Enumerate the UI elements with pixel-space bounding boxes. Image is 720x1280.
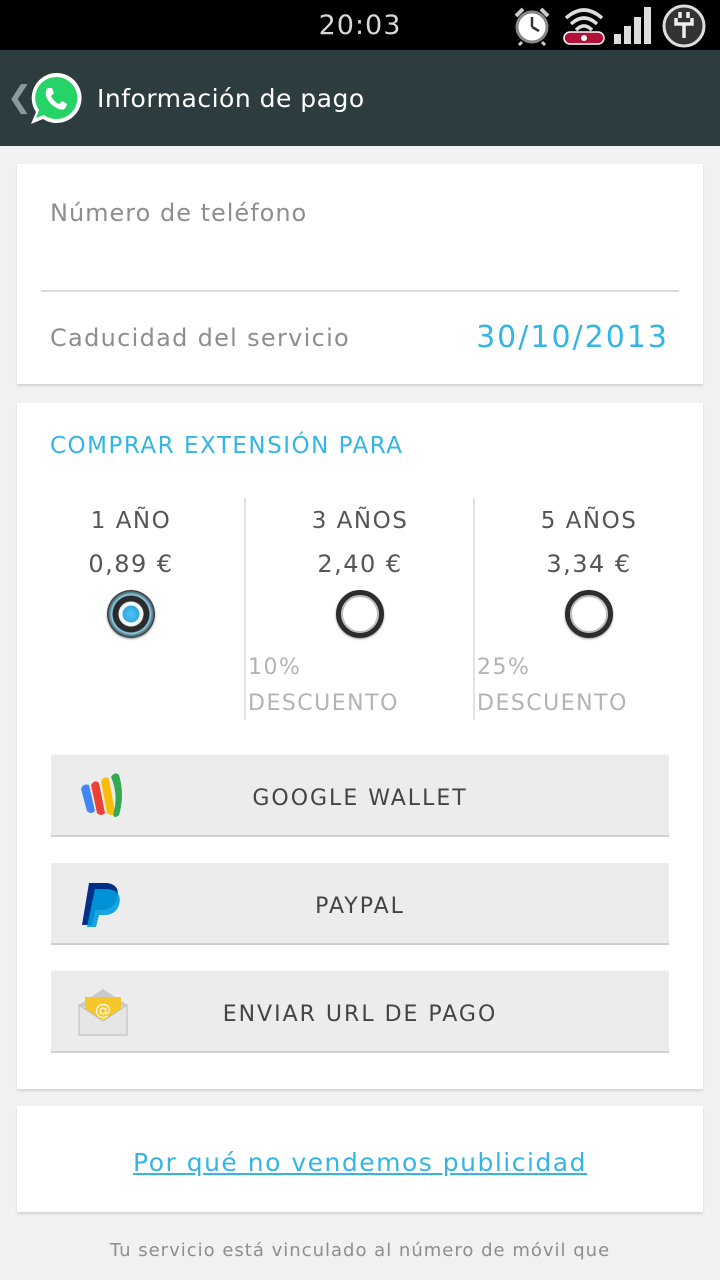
extension-card: COMPRAR EXTENSIÓN PARA 1 AÑO 0,89 € 3 AÑ… xyxy=(17,403,703,1089)
send-payment-url-button[interactable]: @ ENVIAR URL DE PAGO xyxy=(51,971,669,1053)
button-label: PAYPAL xyxy=(315,894,405,919)
plan-radio[interactable] xyxy=(336,590,384,638)
whatsapp-logo[interactable] xyxy=(27,70,85,128)
wifi-icon xyxy=(563,8,605,45)
account-card: Número de teléfono Caducidad del servici… xyxy=(17,164,703,384)
plan-1-year[interactable]: 1 AÑO 0,89 € xyxy=(17,498,245,720)
discount-word: DESCUENTO xyxy=(477,691,628,716)
plan-radio-selected[interactable] xyxy=(107,590,155,638)
expiry-date: 30/10/2013 xyxy=(476,320,669,355)
no-ads-link[interactable]: Por qué no vendemos publicidad xyxy=(17,1148,703,1177)
action-bar: ❮ Información de pago xyxy=(0,50,720,146)
button-label: GOOGLE WALLET xyxy=(252,786,468,811)
paypal-button[interactable]: PAYPAL xyxy=(51,863,669,945)
discount-word: DESCUENTO xyxy=(248,691,399,716)
ads-info-card: Por qué no vendemos publicidad xyxy=(17,1106,703,1212)
discount-percent: 25% xyxy=(477,655,531,680)
signal-icon xyxy=(614,7,651,44)
plan-price: 2,40 € xyxy=(317,550,403,578)
battery-charging-icon xyxy=(662,4,706,48)
google-wallet-button[interactable]: GOOGLE WALLET xyxy=(51,755,669,837)
discount-percent: 10% xyxy=(248,655,302,680)
plan-price: 3,34 € xyxy=(546,550,632,578)
plan-price: 0,89 € xyxy=(88,550,174,578)
plan-5-years[interactable]: 5 AÑOS 3,34 € 25% DESCUENTO xyxy=(475,498,703,720)
plan-title: 5 AÑOS xyxy=(540,508,638,534)
section-heading: COMPRAR EXTENSIÓN PARA xyxy=(50,433,404,459)
expiry-label: Caducidad del servicio xyxy=(50,324,351,352)
plan-title: 1 AÑO xyxy=(90,508,172,534)
plan-discount: 25% DESCUENTO xyxy=(477,650,628,722)
alarm-icon xyxy=(514,7,550,46)
divider xyxy=(41,290,679,292)
phone-number-label: Número de teléfono xyxy=(50,199,308,227)
plan-discount: 10% DESCUENTO xyxy=(248,650,399,722)
plan-title: 3 AÑOS xyxy=(311,508,409,534)
plan-3-years[interactable]: 3 AÑOS 2,40 € 10% DESCUENTO xyxy=(246,498,474,720)
page-title: Información de pago xyxy=(97,84,365,113)
plan-radio[interactable] xyxy=(565,590,613,638)
status-bar: 20:03 xyxy=(0,0,720,50)
button-label: ENVIAR URL DE PAGO xyxy=(222,1002,498,1027)
footer-text: Tu servicio está vinculado al número de … xyxy=(109,1240,611,1261)
